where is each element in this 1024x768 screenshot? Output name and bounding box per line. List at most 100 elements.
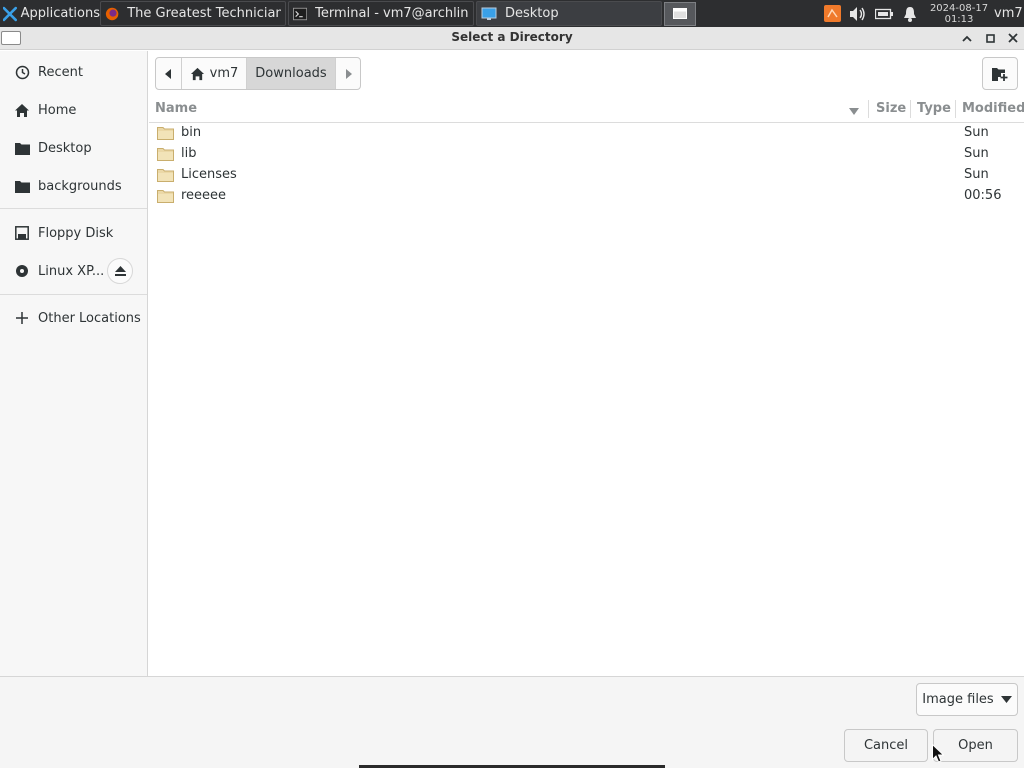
clock-time: 01:13 — [944, 13, 974, 25]
floppy-icon — [14, 225, 30, 241]
file-modified: Sun — [964, 167, 989, 182]
show-desktop-button[interactable] — [664, 1, 696, 26]
home-icon — [14, 102, 30, 118]
cancel-label: Cancel — [863, 738, 909, 753]
file-row[interactable]: lib Sun — [149, 144, 1024, 165]
terminal-icon — [293, 7, 308, 20]
file-filter-dropdown[interactable]: Image files — [916, 683, 1018, 716]
mouse-cursor-icon — [932, 744, 944, 763]
file-name: Licenses — [181, 167, 237, 182]
chevron-left-icon — [165, 68, 171, 79]
file-modified: 00:56 — [964, 188, 1002, 203]
task-desktop[interactable]: Desktop — [476, 1, 662, 26]
path-segment-downloads[interactable]: Downloads — [247, 58, 336, 89]
folder-icon — [14, 178, 30, 194]
path-current-label: Downloads — [255, 66, 327, 81]
sidebar-item-backgrounds[interactable]: backgrounds — [0, 168, 147, 204]
desktop-icon — [481, 7, 497, 20]
file-filter-label: Image files — [922, 692, 994, 707]
battery-status-icon — [875, 8, 893, 19]
file-modified: Sun — [964, 146, 989, 161]
task-desktop-label: Desktop — [505, 6, 559, 21]
column-header-type[interactable]: Type — [917, 101, 951, 116]
sidebar-item-home[interactable]: Home — [0, 92, 147, 128]
path-forward-button[interactable] — [336, 58, 360, 89]
window-icon — [673, 8, 687, 19]
close-button[interactable] — [1004, 29, 1022, 47]
dialog-titlebar[interactable]: Select a Directory — [0, 27, 1024, 50]
file-name: reeeee — [181, 188, 227, 203]
folder-icon — [14, 140, 30, 156]
path-segment-home[interactable]: vm7 — [182, 58, 247, 89]
file-list-header: Name Size Type Modified — [149, 97, 1024, 123]
speaker-icon — [850, 6, 865, 21]
user-menu[interactable]: vm7 — [994, 6, 1024, 21]
sidebar-item-linux-xp[interactable]: Linux XP... — [0, 253, 147, 289]
open-button[interactable]: Open — [933, 729, 1018, 762]
file-row[interactable]: Licenses Sun — [149, 165, 1024, 186]
orange-app-icon — [823, 5, 841, 22]
xfce-logo-icon — [3, 6, 17, 21]
file-name: lib — [181, 146, 197, 161]
sidebar-item-label: Floppy Disk — [38, 225, 114, 241]
system-tray: 2024-08-17 01:13 vm7 — [822, 0, 1024, 27]
task-browser-label: The Greatest Technician ... — [127, 6, 281, 21]
folder-icon — [157, 126, 174, 144]
create-folder-button[interactable] — [982, 57, 1018, 90]
home-icon — [190, 67, 204, 80]
clock-icon — [14, 64, 30, 80]
minimize-button[interactable] — [958, 29, 976, 47]
path-bar: vm7 Downloads — [155, 57, 361, 90]
tray-app-icon[interactable] — [822, 4, 842, 24]
dialog-title: Select a Directory — [451, 30, 573, 44]
sidebar-item-label: Desktop — [38, 140, 92, 156]
task-terminal-label: Terminal - vm7@archlinu... — [315, 6, 469, 21]
disc-icon — [14, 263, 30, 279]
sort-descending-icon[interactable] — [849, 104, 859, 119]
clock[interactable]: 2024-08-17 01:13 — [926, 3, 992, 25]
applications-menu[interactable]: Applications — [0, 1, 100, 26]
sidebar-item-desktop[interactable]: Desktop — [0, 130, 147, 166]
maximize-button[interactable] — [981, 29, 999, 47]
notifications-icon[interactable] — [900, 4, 920, 24]
column-divider — [910, 100, 911, 118]
sidebar-separator — [0, 208, 147, 209]
task-terminal[interactable]: Terminal - vm7@archlinu... — [288, 1, 474, 26]
column-header-name[interactable]: Name — [155, 101, 197, 116]
battery-icon[interactable] — [874, 4, 894, 24]
sidebar-item-label: Home — [38, 102, 77, 118]
sidebar-item-label: Recent — [38, 64, 83, 80]
folder-icon — [157, 147, 174, 165]
path-back-button[interactable] — [156, 58, 182, 89]
sidebar-item-label: Linux XP... — [38, 263, 105, 279]
task-browser[interactable]: The Greatest Technician ... — [100, 1, 286, 26]
sidebar-item-recent[interactable]: Recent — [0, 54, 147, 90]
column-divider — [955, 100, 956, 118]
places-sidebar: Recent Home Desktop backgrounds Floppy D… — [0, 51, 148, 676]
dialog-action-area: Image files Cancel Open — [0, 676, 1024, 768]
new-folder-icon — [992, 67, 1008, 81]
applications-label: Applications — [20, 6, 100, 21]
plus-icon — [14, 310, 30, 326]
bell-icon — [904, 6, 916, 22]
file-modified: Sun — [964, 125, 989, 140]
taskbar: Applications The Greatest Technician ...… — [0, 0, 1024, 27]
eject-button[interactable] — [107, 258, 133, 284]
file-row[interactable]: bin Sun — [149, 123, 1024, 144]
open-label: Open — [958, 738, 993, 753]
cancel-button[interactable]: Cancel — [844, 729, 928, 762]
path-home-label: vm7 — [209, 66, 239, 81]
sidebar-item-label: backgrounds — [38, 178, 122, 194]
chevron-up-icon — [962, 35, 972, 42]
column-header-modified[interactable]: Modified — [962, 101, 1024, 116]
sidebar-item-floppy[interactable]: Floppy Disk — [0, 215, 147, 251]
column-header-size[interactable]: Size — [876, 101, 906, 116]
folder-icon — [157, 189, 174, 207]
chevron-right-icon — [345, 68, 352, 79]
firefox-icon — [105, 7, 119, 20]
square-icon — [985, 33, 995, 43]
file-row[interactable]: reeeee 00:56 — [149, 186, 1024, 207]
sidebar-item-label: Other Locations — [38, 310, 141, 326]
sidebar-item-other-locations[interactable]: Other Locations — [0, 300, 147, 336]
volume-icon[interactable] — [848, 4, 868, 24]
